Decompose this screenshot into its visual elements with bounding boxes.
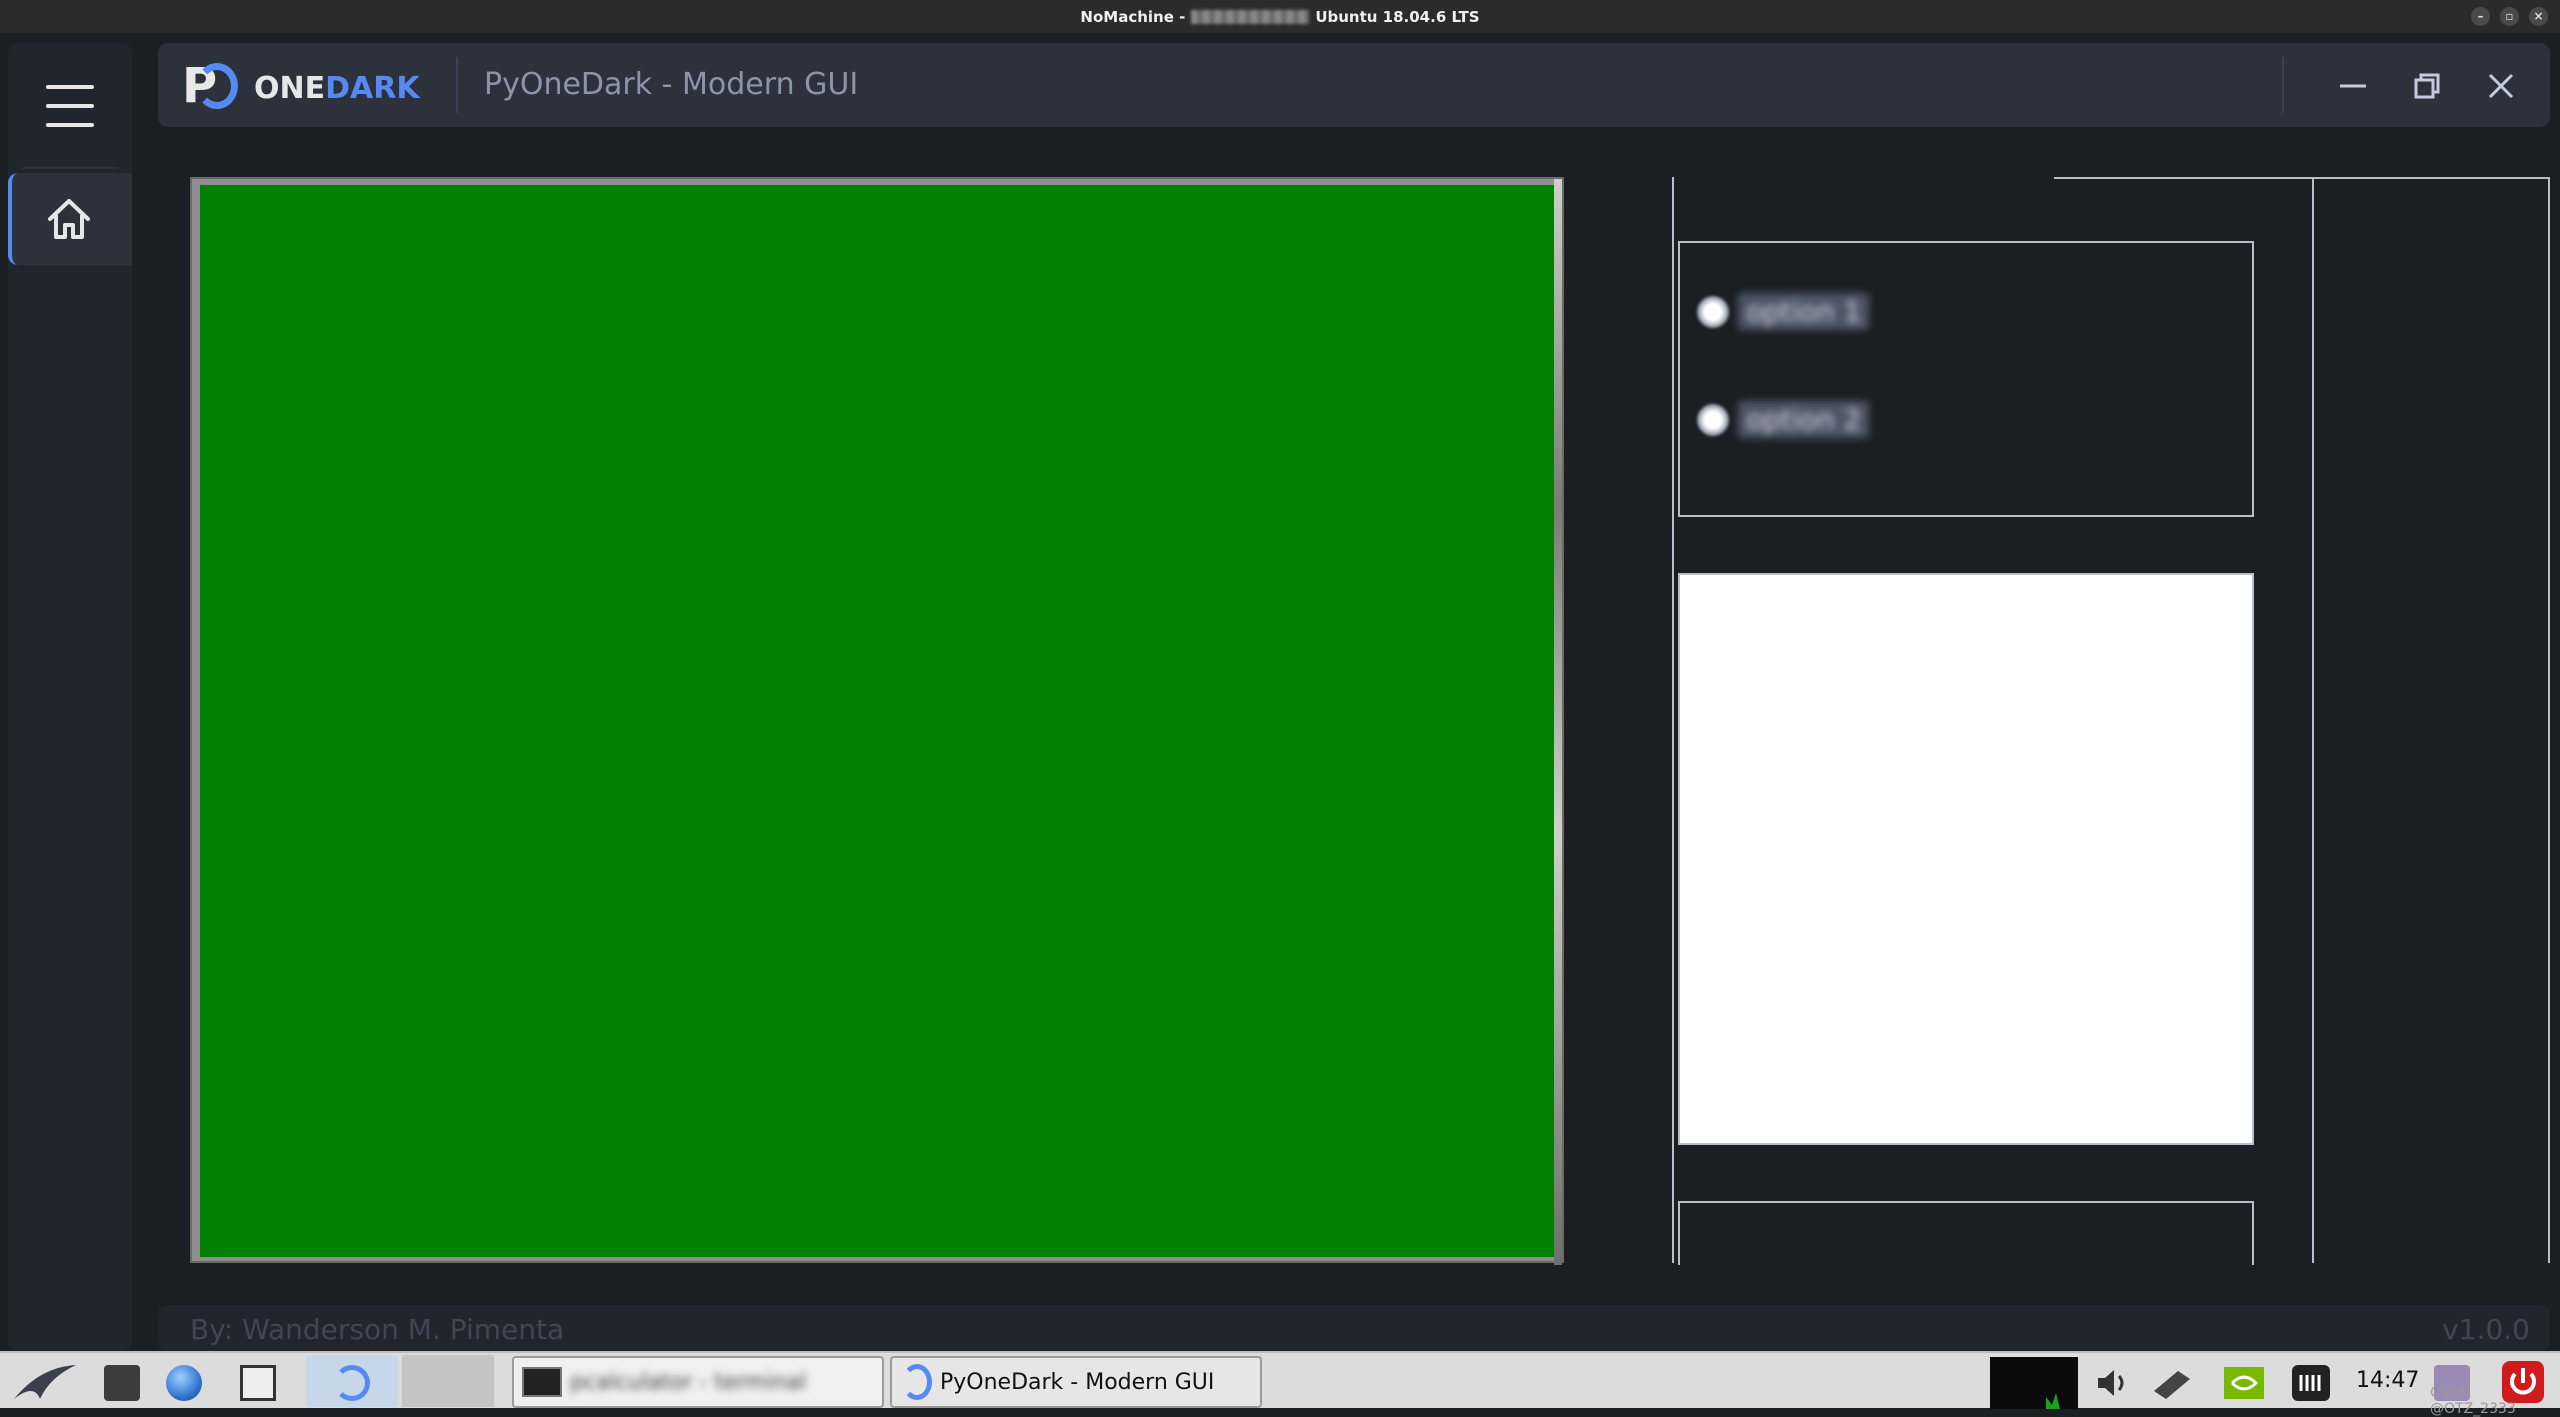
task-label: pcalculator - terminal [570,1369,807,1395]
window-switcher[interactable] [232,1355,288,1407]
clock[interactable]: 14:47 [2356,1368,2419,1393]
content-area: option 1 option 2 [158,137,2550,1327]
pyonedark-icon [334,1365,370,1401]
nvidia-settings[interactable] [2222,1355,2266,1407]
window-controls-divider [2282,57,2284,113]
radio-group: option 1 option 2 [1678,241,2254,517]
home-icon [48,199,90,239]
logo-text-white: ONE [254,71,326,106]
image-viewer-panel [190,177,1564,1265]
app-window: P ONEDARK PyOneDark - Modern GUI option … [0,33,2560,1351]
radio-button-icon[interactable] [1696,402,1730,437]
terminal-icon [522,1367,562,1397]
credits-text: By: Wanderson M. Pimenta [190,1313,565,1346]
network-control[interactable] [2150,1355,2194,1407]
preview-area [1678,573,2254,1145]
splitter-column [1568,177,1674,1263]
app-launcher-pyonedark[interactable] [306,1355,398,1407]
logo-text-accent: DARK [325,71,420,106]
app-logo: P ONEDARK [182,59,422,113]
version-text: v1.0.0 [2442,1313,2530,1346]
minimize-button[interactable] [2328,61,2376,109]
task-terminal[interactable]: pcalculator - terminal [512,1356,884,1408]
close-button[interactable] [2476,61,2524,109]
radio-button-icon[interactable] [1696,294,1730,329]
home-button[interactable] [8,173,132,265]
volume-control[interactable] [2092,1355,2132,1407]
maximize-button[interactable] [2402,61,2450,109]
browser-launcher[interactable] [162,1355,208,1407]
start-menu-icon [14,1365,76,1399]
nvidia-icon [2224,1367,2264,1399]
radio-option-2[interactable]: option 2 [1696,401,1870,438]
mint-update-icon [2292,1365,2330,1401]
side-panel-frame [2314,177,2550,1263]
remote-window-title-prefix: NoMachine - [1080,7,1186,26]
radio-option-1[interactable]: option 1 [1696,293,1870,330]
radio-option-label: option 2 [1738,401,1870,438]
volume-icon [2098,1370,2124,1396]
hamburger-icon [46,85,94,127]
menu-divider [22,167,118,169]
task-label: PyOneDark - Modern GUI [940,1369,1215,1395]
minimize-icon [2340,84,2366,88]
network-icon [2154,1371,2190,1399]
pyonedark-icon [902,1364,932,1400]
radio-option-label: option 1 [1738,293,1870,330]
blank-workspace-button[interactable] [402,1355,494,1407]
title-bar: P ONEDARK PyOneDark - Modern GUI [158,43,2550,127]
watermark-text: CSDN @OTZ_2333 [2430,1385,2516,1417]
close-icon [2488,73,2514,99]
folder-icon [104,1365,140,1401]
remote-window-controls: – ▫ × [2471,7,2548,26]
maximize-icon [2414,73,2440,99]
task-pyonedark[interactable]: PyOneDark - Modern GUI [890,1356,1262,1408]
system-monitor-graph [1990,1357,2078,1409]
bottom-group-box [1678,1201,2254,1265]
remote-close-icon[interactable]: × [2529,7,2548,26]
redacted-hostname [1191,9,1310,24]
windows-icon [240,1365,276,1401]
remote-window-title-suffix: Ubuntu 18.04.6 LTS [1315,7,1480,26]
update-manager[interactable] [2290,1355,2334,1407]
start-menu-button[interactable] [6,1355,84,1407]
credits-bar: By: Wanderson M. Pimenta v1.0.0 [158,1305,2550,1351]
app-title: PyOneDark - Modern GUI [484,67,859,102]
remote-window-titlebar: NoMachine - Ubuntu 18.04.6 LTS – ▫ × [0,0,2560,33]
file-manager-launcher[interactable] [98,1355,144,1407]
image-display [200,185,1558,1257]
title-divider [456,57,458,113]
menu-toggle-button[interactable] [8,43,132,167]
remote-restore-icon[interactable]: ▫ [2500,7,2519,26]
remote-minimize-icon[interactable]: – [2471,7,2490,26]
viewer-edge [1554,179,1562,1265]
logo-text: ONEDARK [254,71,420,106]
logo-mark-icon: P [182,59,238,113]
globe-icon [166,1365,202,1401]
taskbar: pcalculator - terminal PyOneDark - Moder… [0,1351,2560,1417]
